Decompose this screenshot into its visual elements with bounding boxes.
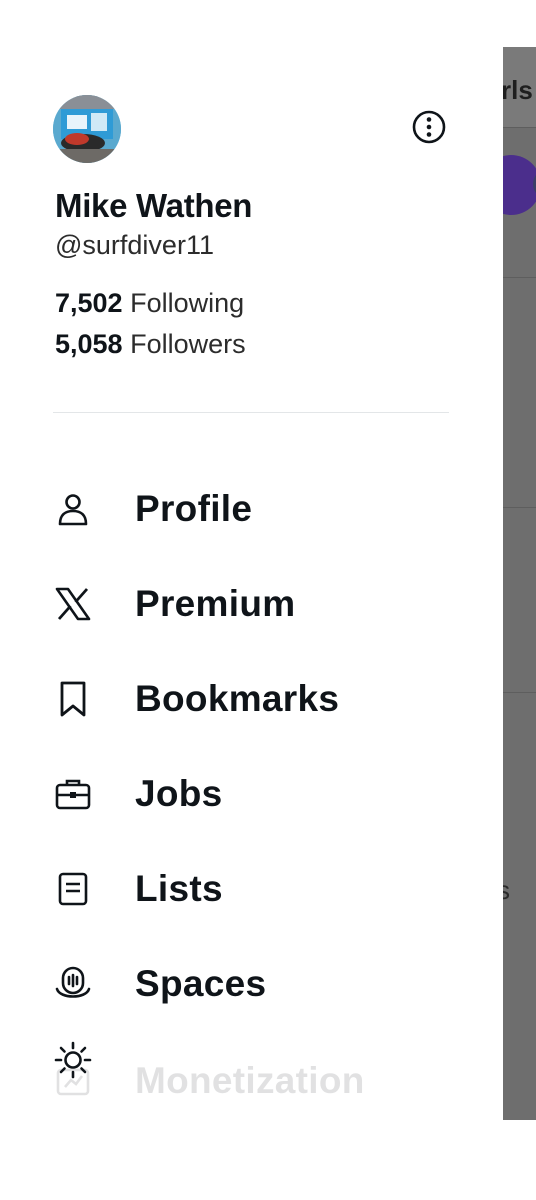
- nav-label-profile: Profile: [135, 488, 253, 529]
- followers-label: Followers: [130, 329, 246, 359]
- background-divider: [503, 692, 536, 693]
- followers-stat[interactable]: 5,058 Followers: [55, 329, 246, 360]
- more-vertical-icon: [412, 110, 446, 144]
- display-name[interactable]: Mike Wathen: [55, 187, 252, 225]
- briefcase-icon: [53, 774, 93, 814]
- nav-label-jobs: Jobs: [135, 773, 223, 814]
- background-divider: [503, 277, 536, 278]
- background-title: rls: [503, 75, 533, 105]
- nav-item-spaces[interactable]: Spaces: [0, 942, 503, 1026]
- nav-label-lists: Lists: [135, 868, 223, 909]
- list-icon: [53, 869, 93, 909]
- user-handle: @surfdiver11: [55, 230, 214, 260]
- nav-item-lists[interactable]: Lists: [0, 847, 503, 931]
- avatar[interactable]: [53, 95, 121, 163]
- more-options-button[interactable]: [410, 108, 448, 146]
- background-divider: [503, 507, 536, 508]
- nav-item-jobs[interactable]: Jobs: [0, 752, 503, 836]
- bookmark-icon: [53, 679, 93, 719]
- following-label: Following: [130, 288, 245, 318]
- nav-item-premium[interactable]: Premium: [0, 562, 503, 646]
- person-icon: [53, 489, 93, 529]
- nav-label-monetization: Monetization: [135, 1060, 365, 1101]
- background-app-overlay[interactable]: rls s: [503, 47, 536, 1120]
- nav-item-profile[interactable]: Profile: [0, 467, 503, 551]
- navigation-drawer: Mike Wathen @surfdiver11 7,502 Following…: [0, 0, 503, 1200]
- nav-label-bookmarks: Bookmarks: [135, 678, 340, 719]
- background-text: s: [503, 875, 510, 905]
- microphone-icon: [53, 964, 93, 1004]
- sun-icon[interactable]: [53, 1040, 93, 1080]
- nav-item-bookmarks[interactable]: Bookmarks: [0, 657, 503, 741]
- nav-label-premium: Premium: [135, 583, 296, 624]
- profile-divider: [53, 412, 449, 413]
- background-header: rls: [503, 47, 536, 127]
- followers-count: 5,058: [55, 329, 123, 359]
- x-logo-icon: [53, 584, 93, 624]
- background-avatar: [503, 155, 536, 215]
- following-stat[interactable]: 7,502 Following: [55, 288, 244, 319]
- following-count: 7,502: [55, 288, 123, 318]
- nav-label-spaces: Spaces: [135, 963, 267, 1004]
- background-divider: [503, 127, 536, 128]
